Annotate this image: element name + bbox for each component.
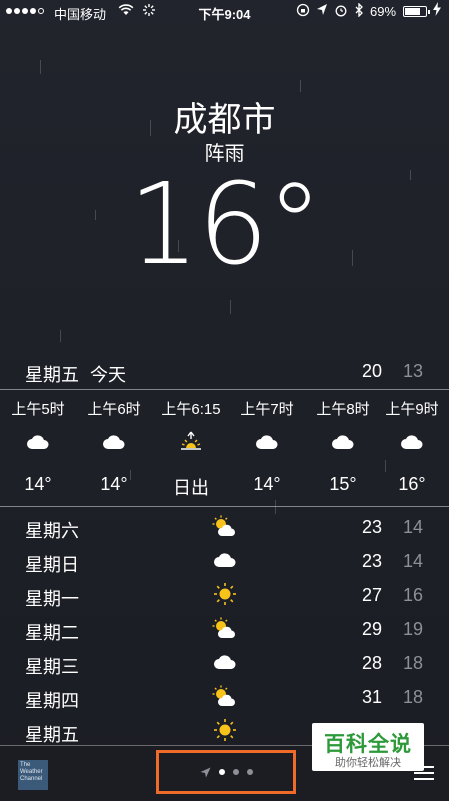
day-high: 23	[362, 551, 383, 571]
hour-temp: 14°	[100, 474, 128, 494]
hour-time: 上午9时	[385, 401, 439, 418]
cloud-icon	[374, 429, 449, 455]
hour-temp: 14°	[24, 474, 52, 494]
cloud-icon	[210, 649, 240, 675]
location-arrow-icon	[200, 767, 210, 777]
today-label: 今天	[90, 365, 126, 385]
page-dot	[246, 769, 253, 775]
today-high: 20	[362, 361, 383, 381]
status-icons	[296, 3, 364, 17]
day-low: 18	[403, 653, 424, 673]
page-dot	[218, 769, 225, 775]
day-high: 31	[362, 687, 383, 707]
current-temperature: 16°	[128, 160, 323, 290]
daily-row: 星期三 28 18	[0, 645, 449, 679]
partly-cloudy-icon	[210, 615, 240, 641]
day-name: 星期五	[25, 725, 79, 745]
rotation-lock-icon	[296, 3, 310, 17]
cloud-icon	[210, 547, 240, 573]
city-name: 成都市	[173, 101, 276, 139]
day-high: 23	[362, 517, 383, 537]
hour-temp: 14°	[253, 474, 281, 494]
daily-row: 星期四 31 18	[0, 679, 449, 713]
weather-channel-logo[interactable]: The Weather Channel	[18, 760, 48, 790]
cloud-icon	[229, 429, 305, 455]
alarm-icon	[335, 5, 347, 17]
location-icon	[317, 4, 327, 15]
day-high: 28	[362, 653, 383, 673]
day-low: 16	[403, 585, 424, 605]
sun-icon	[210, 717, 240, 743]
battery-icon	[403, 6, 430, 17]
hour-temp: 15°	[329, 474, 357, 494]
daily-row: 星期二 29 19	[0, 611, 449, 645]
today-summary: 星期五 今天 20 13	[0, 357, 449, 389]
partly-cloudy-icon	[210, 683, 240, 709]
day-name: 星期一	[25, 589, 79, 609]
day-low: 18	[403, 687, 424, 707]
day-name: 星期二	[25, 623, 79, 643]
hour-time: 上午6:15	[161, 401, 221, 418]
day-name: 星期六	[25, 521, 79, 541]
hour-time: 上午6时	[87, 401, 141, 418]
day-name: 星期日	[25, 555, 79, 575]
hour-time: 上午5时	[11, 401, 65, 418]
day-name: 星期三	[25, 657, 79, 677]
day-low: 14	[403, 517, 424, 537]
day-low: 19	[403, 619, 424, 639]
hour-temp: 日出	[173, 478, 209, 498]
divider	[0, 506, 449, 507]
watermark-badge: 百科全说 助你轻松解决	[312, 723, 424, 771]
hour-time: 上午8时	[316, 401, 370, 418]
battery-percentage: 69%	[370, 4, 397, 19]
daily-row: 星期日 23 14	[0, 543, 449, 577]
day-high: 27	[362, 585, 383, 605]
sunrise-icon	[153, 429, 229, 455]
cloud-icon	[76, 429, 152, 455]
day-low: 14	[403, 551, 424, 571]
status-bar: 中国移动 下午9:04 69%	[0, 0, 449, 24]
watermark-subtitle: 助你轻松解决	[335, 757, 401, 769]
daily-row: 星期一 27 16	[0, 577, 449, 611]
hourly-forecast[interactable]: 上午5时 14° 上午6时 14° 上午6:15 日出 上午7时 14° 上午8…	[0, 389, 449, 506]
hour-temp: 16°	[398, 474, 426, 494]
cloud-icon	[305, 429, 381, 455]
day-name: 星期四	[25, 691, 79, 711]
charging-bolt-icon	[433, 2, 441, 19]
page-indicator[interactable]	[156, 750, 296, 794]
daily-row: 星期六 23 14	[0, 509, 449, 543]
today-low: 13	[403, 361, 424, 381]
sun-icon	[210, 581, 240, 607]
cloud-icon	[0, 429, 76, 455]
page-dot	[232, 769, 239, 775]
day-high: 29	[362, 619, 383, 639]
hour-time: 上午7时	[240, 401, 294, 418]
today-day: 星期五	[25, 365, 79, 385]
partly-cloudy-icon	[210, 513, 240, 539]
bluetooth-icon	[355, 3, 363, 17]
